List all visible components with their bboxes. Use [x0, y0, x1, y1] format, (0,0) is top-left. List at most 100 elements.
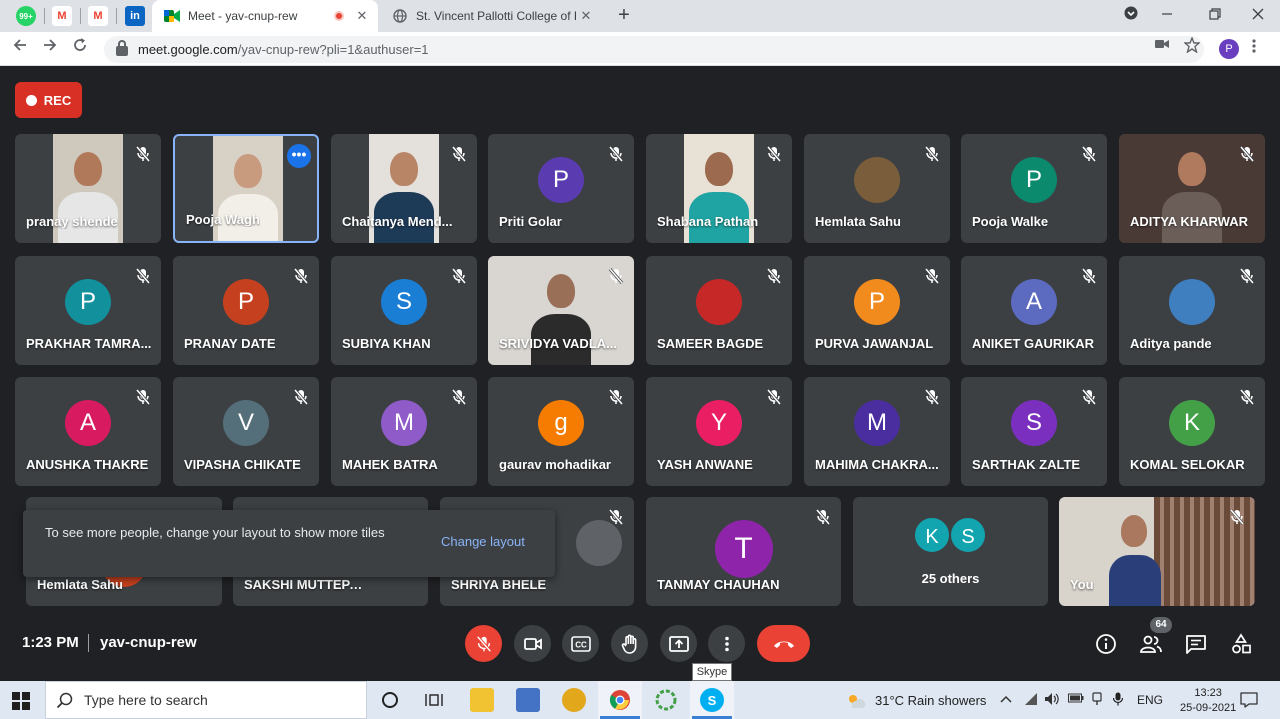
mic-off-icon	[451, 389, 467, 405]
tab-college[interactable]: St. Vincent Pallotti College of Eng ✕	[380, 0, 602, 32]
tab-search-icon[interactable]	[1119, 4, 1143, 28]
chrome-icon[interactable]	[608, 688, 632, 712]
participant-tile[interactable]: P PURVA JAWANJAL	[804, 256, 950, 365]
mic-off-icon	[1239, 146, 1255, 162]
raise-hand-button[interactable]	[611, 625, 648, 662]
participant-tile[interactable]: P Pooja Walke	[961, 134, 1107, 243]
meeting-info-button[interactable]	[1094, 632, 1118, 656]
tab-close-button[interactable]: ✕	[576, 8, 596, 24]
participant-tile[interactable]: P Priti Golar	[488, 134, 634, 243]
more-options-icon[interactable]: •••	[287, 144, 311, 168]
hang-up-icon	[773, 641, 794, 648]
minimize-icon[interactable]	[1155, 4, 1179, 28]
participant-tile[interactable]: pranay shende	[15, 134, 161, 243]
tab-meet[interactable]: Meet - yav-cnup-rew ✕	[152, 0, 378, 32]
linkedin-icon[interactable]: in	[125, 6, 145, 26]
participant-tile[interactable]: V VIPASHA CHIKATE	[173, 377, 319, 486]
participant-tile[interactable]: Aditya pande	[1119, 256, 1265, 365]
leave-call-button[interactable]	[757, 625, 810, 662]
file-explorer-icon[interactable]	[470, 688, 494, 712]
notification-center-icon[interactable]	[1240, 692, 1258, 711]
participant-tile[interactable]: A ANUSHKA THAKRE	[15, 377, 161, 486]
participant-tile[interactable]: ADITYA KHARWAR	[1119, 134, 1265, 243]
chevron-up-icon[interactable]	[1000, 692, 1012, 707]
participant-tile[interactable]: S SARTHAK ZALTE	[961, 377, 1107, 486]
battery-icon[interactable]	[1068, 692, 1084, 707]
forward-icon[interactable]	[38, 37, 62, 61]
mic-off-icon	[293, 268, 309, 284]
participant-tile[interactable]: Shabana Pathan	[646, 134, 792, 243]
participant-name: Aditya pande	[1130, 336, 1212, 351]
taskbar-search[interactable]: Type here to search	[45, 681, 367, 719]
present-screen-button[interactable]	[660, 625, 697, 662]
profile-avatar[interactable]: P	[1219, 39, 1239, 59]
participant-tile[interactable]: P PRANAY DATE	[173, 256, 319, 365]
gmail-icon[interactable]: M	[52, 6, 72, 26]
self-tile[interactable]: You	[1059, 497, 1255, 606]
microphone-icon[interactable]	[1112, 692, 1124, 709]
participant-name: ANIKET GAURIKAR	[972, 336, 1095, 351]
participant-tile[interactable]: SAMEER BAGDE	[646, 256, 792, 365]
tab-close-button[interactable]: ✕	[352, 8, 372, 24]
windows-start-icon[interactable]	[12, 692, 30, 710]
mic-off-icon	[815, 509, 831, 525]
usb-icon[interactable]	[1091, 692, 1103, 709]
participant-tile[interactable]: ••• Pooja Wagh	[173, 134, 319, 243]
activities-button[interactable]	[1229, 632, 1253, 656]
language-indicator[interactable]: ENG	[1137, 693, 1163, 707]
participant-tile[interactable]: A ANIKET GAURIKAR	[961, 256, 1107, 365]
raise-hand-icon	[621, 634, 636, 654]
participant-profile-photo	[854, 156, 900, 203]
participant-tile[interactable]: T TANMAY CHAUHAN	[646, 497, 841, 606]
participant-tile[interactable]: P PRAKHAR TAMRA...	[15, 256, 161, 365]
participant-tile[interactable]: K KOMAL SELOKAR	[1119, 377, 1265, 486]
people-button[interactable]	[1139, 632, 1163, 656]
reload-icon[interactable]	[68, 37, 92, 61]
mic-off-icon	[135, 146, 151, 162]
globe-icon	[392, 8, 408, 24]
mic-off-button[interactable]	[465, 625, 502, 662]
participant-tile[interactable]: Chaitanya Mend...	[331, 134, 477, 243]
browser-toolbar: meet.google.com/yav-cnup-rew?pli=1&authu…	[0, 32, 1280, 66]
participant-tile[interactable]: M MAHIMA CHAKRA...	[804, 377, 950, 486]
participant-name: PRAKHAR TAMRA...	[26, 336, 152, 351]
gmail-icon[interactable]: M	[88, 6, 108, 26]
change-layout-button[interactable]: Change layout	[441, 534, 525, 549]
participant-tile[interactable]: SRIVIDYA VADLA...	[488, 256, 634, 365]
back-icon[interactable]	[8, 37, 32, 61]
participant-tile[interactable]: Y YASH ANWANE	[646, 377, 792, 486]
new-tab-button[interactable]: +	[612, 4, 636, 28]
participant-tile[interactable]: S SUBIYA KHAN	[331, 256, 477, 365]
clock-time: 13:23	[1194, 687, 1222, 699]
weather-text[interactable]: 31°C Rain showers	[875, 693, 986, 708]
more-options-button[interactable]	[708, 625, 745, 662]
participant-avatar: Y	[696, 399, 742, 446]
participant-tile[interactable]: Hemlata Sahu	[804, 134, 950, 243]
others-tile[interactable]: K S 25 others	[853, 497, 1048, 606]
address-bar[interactable]: meet.google.com/yav-cnup-rew?pli=1&authu…	[104, 36, 1204, 63]
skype-icon[interactable]: S	[700, 688, 724, 712]
task-view-icon[interactable]	[422, 688, 446, 712]
volume-icon[interactable]	[1044, 692, 1060, 709]
document-app-icon[interactable]	[516, 688, 540, 712]
network-icon[interactable]	[1024, 692, 1038, 709]
restore-icon[interactable]	[1203, 4, 1227, 28]
captions-button[interactable]: CC	[562, 625, 599, 662]
whatsapp-icon[interactable]: 99+	[16, 6, 36, 26]
close-window-icon[interactable]	[1246, 4, 1270, 28]
activities-shapes-icon	[1232, 633, 1251, 654]
app-icon[interactable]	[562, 688, 586, 712]
chat-button[interactable]	[1184, 632, 1208, 656]
participant-tile[interactable]: g gaurav mohadikar	[488, 377, 634, 486]
mic-off-icon	[924, 268, 940, 284]
loading-app-icon[interactable]	[654, 688, 678, 712]
system-clock[interactable]: 13:23 25-09-2021	[1180, 686, 1236, 716]
chrome-menu-icon[interactable]	[1252, 38, 1256, 59]
participant-tile[interactable]: M MAHEK BATRA	[331, 377, 477, 486]
camera-button[interactable]	[514, 625, 551, 662]
cortana-icon[interactable]	[378, 688, 402, 712]
browser-tab-strip: 99+ M M in Meet - yav-cnup-rew ✕ St. Vin…	[0, 0, 1280, 32]
camera-permission-icon[interactable]	[1155, 37, 1169, 53]
chat-icon	[1186, 635, 1206, 654]
bookmark-star-icon[interactable]	[1183, 36, 1201, 56]
